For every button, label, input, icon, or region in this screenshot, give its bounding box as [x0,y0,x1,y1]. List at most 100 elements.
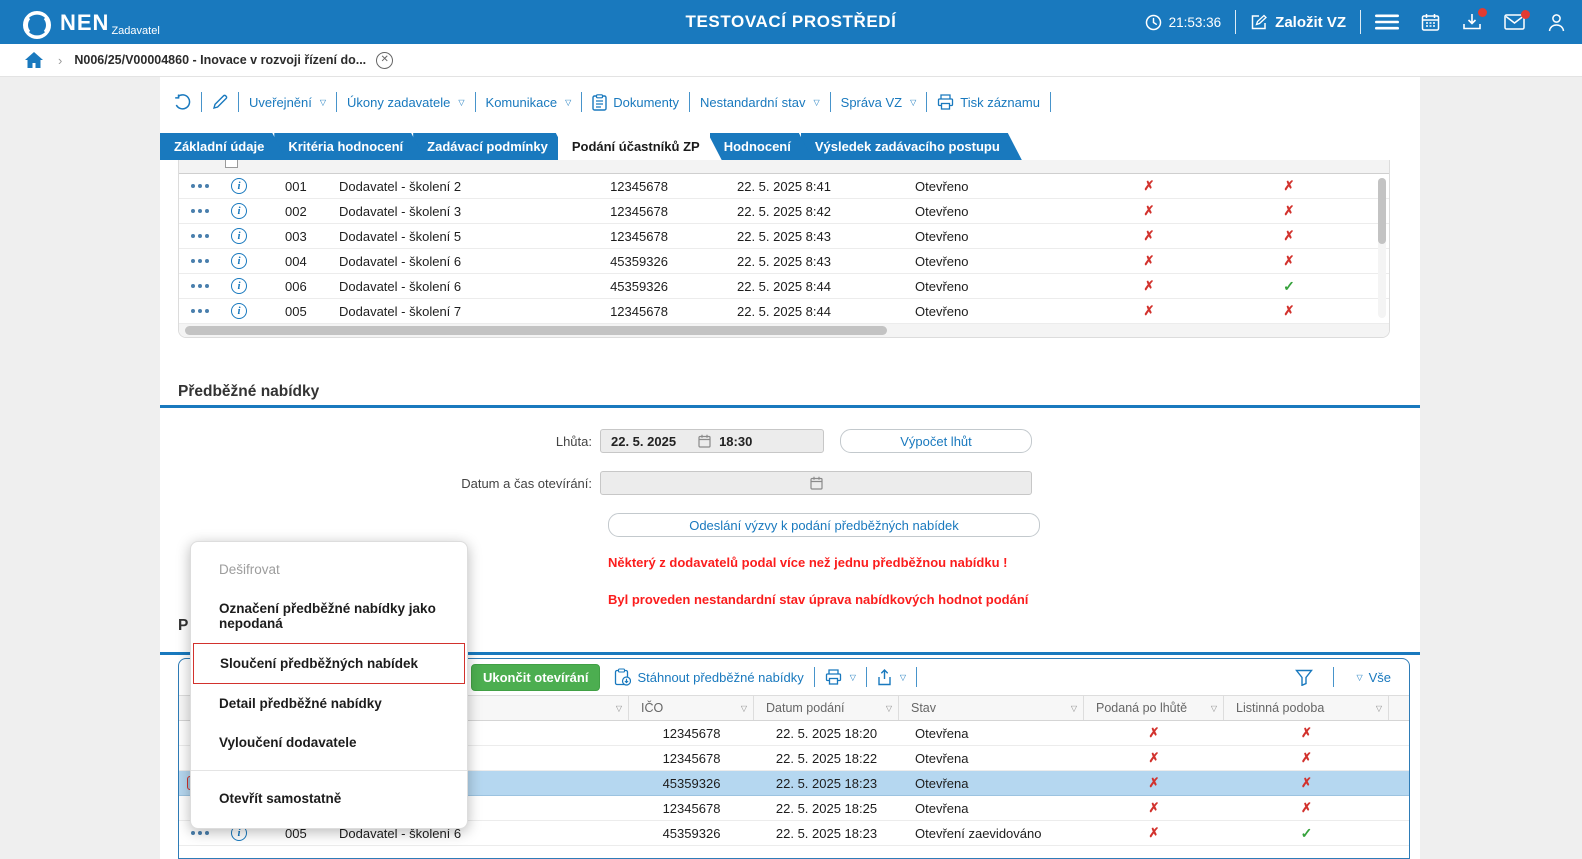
date-value: 22. 5. 2025 8:43 [699,254,869,269]
menu-item-otevrit-samostatne[interactable]: Otevřít samostatně [191,779,467,818]
menu-item-detail-nabidky[interactable]: Detail předběžné nabídky [191,684,467,723]
printer-icon [937,94,954,110]
filter-dropdown-icon[interactable]: ▽ [886,704,892,713]
tab-hodnoceni[interactable]: Hodnocení [710,133,813,160]
edit-button[interactable] [212,94,228,110]
messages-button[interactable] [1504,14,1525,30]
divider [1235,10,1236,34]
user-icon [1547,13,1566,32]
print-button[interactable]: ▽ [825,669,856,685]
clipboard-download-icon [614,668,631,686]
filter-dropdown-icon[interactable]: ▽ [741,704,747,713]
table-row[interactable]: i 004 Dodavatel - školení 6 45359326 22.… [179,249,1389,274]
row-context-menu: Dešifrovat Označení předběžné nabídky ja… [190,541,468,829]
header-datum-podani[interactable]: Datum podání▽ [754,696,899,720]
table-row[interactable]: i 002 Dodavatel - školení 3 12345678 22.… [179,199,1389,224]
inbox-button[interactable] [1462,12,1482,32]
menu-nestandardni-stav[interactable]: Nestandardní stav▽ [700,95,820,110]
history-button[interactable] [174,94,191,111]
info-icon[interactable]: i [231,278,247,294]
row-actions-button[interactable] [188,255,213,268]
ico-value: 45359326 [579,254,699,269]
print-record-button[interactable]: Tisk záznamu [937,94,1040,110]
deadline-field[interactable]: 22. 5. 2025 18:30 [600,429,824,453]
header-stav[interactable]: Stav▽ [899,696,1084,720]
tab-podani-ucastniku[interactable]: Podání účastníků ZP [558,133,722,160]
breadcrumb-item[interactable]: N006/25/V00004860 - Inovace v rozvoji ří… [74,53,366,67]
row-actions-button[interactable] [188,205,213,218]
header-listinna-podoba[interactable]: Listinná podoba▽ [1224,696,1389,720]
row-number: 002 [257,204,339,219]
status-value: Otevřeno [869,254,1079,269]
filter-dropdown-icon[interactable]: ▽ [616,704,622,713]
filter-all-dropdown[interactable]: ▽Vše [1354,670,1391,685]
calendar-icon[interactable] [810,476,823,490]
supplier-name: Dodavatel - školení 3 [339,204,579,219]
divider [201,92,202,112]
cross-icon: ✗ [1284,203,1295,219]
download-offers-button[interactable]: Stáhnout předběžné nabídky [614,668,803,686]
menu-ukony-zadavatele[interactable]: Úkony zadavatele▽ [347,95,465,110]
date-value: 22. 5. 2025 8:41 [699,179,869,194]
current-time: 21:53:36 [1169,15,1222,30]
header-ico[interactable]: IČO▽ [629,696,754,720]
filter-dropdown-icon[interactable]: ▽ [1211,704,1217,713]
horizontal-scrollbar[interactable] [179,324,1389,337]
calendar-button[interactable] [1421,13,1440,32]
nen-logo-icon [22,10,52,40]
info-icon[interactable]: i [231,203,247,219]
table-row[interactable]: i 001 Dodavatel - školení 2 12345678 22.… [179,174,1389,199]
menu-item-vylouceni-dodavatele[interactable]: Vyloučení dodavatele [191,723,467,762]
end-opening-button[interactable]: Ukončit otevírání [471,664,600,691]
tab-zadavaci-podminky[interactable]: Zadávací podmínky [413,133,570,160]
chevron-down-icon: ▽ [850,673,856,682]
scrollbar-thumb[interactable] [1378,178,1386,244]
tab-vysledek[interactable]: Výsledek zadávacího postupu [801,133,1022,160]
row-actions-button[interactable] [188,180,213,193]
info-icon[interactable]: i [231,228,247,244]
select-all-checkbox[interactable] [225,160,238,168]
scrollbar-thumb[interactable] [185,326,887,335]
create-vz-button[interactable]: Založit VZ [1250,13,1346,31]
menu-button[interactable] [1375,14,1399,30]
calendar-icon[interactable] [698,434,711,448]
home-icon[interactable] [24,51,44,69]
row-actions-button[interactable] [188,305,213,318]
tab-kriteria-hodnoceni[interactable]: Kritéria hodnocení [274,133,425,160]
warning-multiple-offers: Některý z dodavatelů podal více než jedn… [608,555,1007,570]
opening-datetime-field[interactable] [600,471,1032,495]
send-call-button[interactable]: Odeslání výzvy k podání předběžných nabí… [608,513,1040,537]
deadline-label: Lhůta: [160,434,600,449]
filter-dropdown-icon[interactable]: ▽ [1071,704,1077,713]
calc-deadlines-button[interactable]: Výpočet lhůt [840,429,1032,453]
table-row[interactable]: i 003 Dodavatel - školení 5 12345678 22.… [179,224,1389,249]
info-icon[interactable]: i [231,178,247,194]
divider [475,92,476,112]
profile-button[interactable] [1547,13,1566,32]
row-actions-button[interactable] [188,230,213,243]
menu-item-oznaceni-nepodana[interactable]: Označení předběžné nabídky jako nepodaná [191,589,467,643]
filter-dropdown-icon[interactable]: ▽ [1376,704,1382,713]
deadline-date-value[interactable]: 22. 5. 2025 [611,434,676,449]
warning-nonstandard-state: Byl proveden nestandardní stav úprava na… [608,592,1028,607]
menu-sprava-vz[interactable]: Správa VZ▽ [841,95,917,110]
header-podana-po-lhute[interactable]: Podaná po lhůtě▽ [1084,696,1224,720]
deadline-time-value[interactable]: 18:30 [719,434,752,449]
nen-logo[interactable]: NEN Zadavatel [22,4,160,40]
vertical-scrollbar[interactable] [1378,178,1386,318]
ico-value: 45359326 [629,776,754,791]
close-tab-icon[interactable]: ✕ [376,52,393,69]
row-actions-button[interactable] [188,280,213,293]
menu-komunikace[interactable]: Komunikace▽ [486,95,572,110]
tab-zakladni-udaje[interactable]: Základní údaje [160,133,286,160]
table-row[interactable]: i 006 Dodavatel - školení 6 45359326 22.… [179,274,1389,299]
filter-funnel-icon[interactable] [1295,669,1313,686]
divider [926,92,927,112]
menu-item-slouceni-nabidek[interactable]: Sloučení předběžných nabídek [193,643,465,684]
export-button[interactable]: ▽ [877,669,906,686]
info-icon[interactable]: i [231,253,247,269]
menu-uverejneni[interactable]: Uveřejnění▽ [249,95,326,110]
menu-dokumenty[interactable]: Dokumenty [592,94,679,111]
info-icon[interactable]: i [231,303,247,319]
table-row[interactable]: i 005 Dodavatel - školení 7 12345678 22.… [179,299,1389,324]
